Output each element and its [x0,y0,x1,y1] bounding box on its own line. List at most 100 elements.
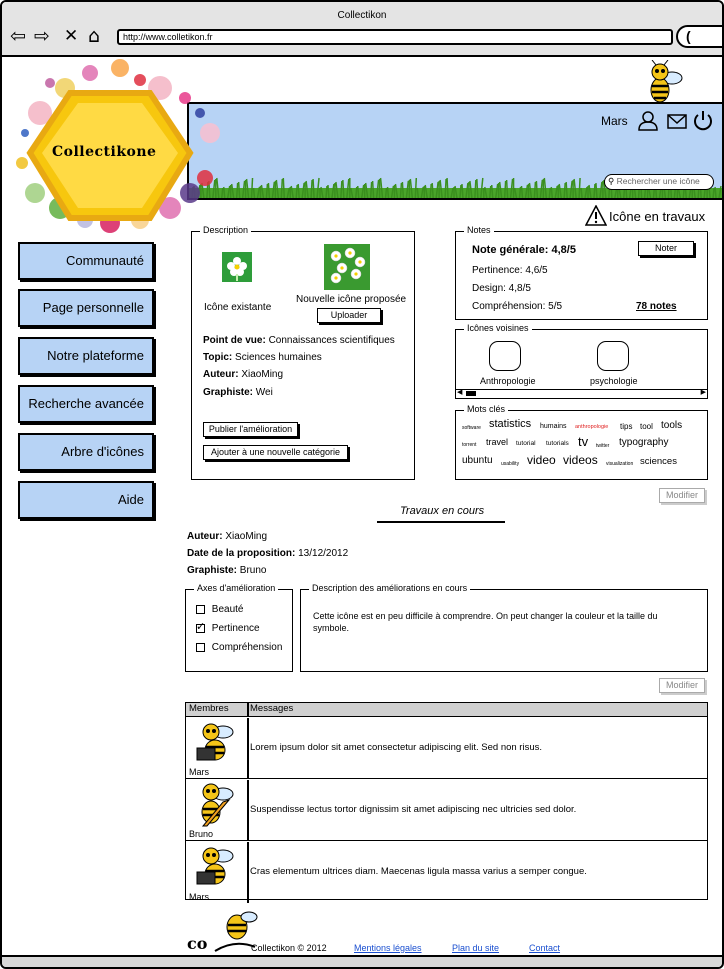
site-header: Mars ⚲ Rechercher une icône [187,102,722,200]
warning-icon [584,204,608,226]
keyword-tag[interactable]: travel [486,437,508,447]
auteur-value: XiaoMing [241,369,284,380]
member-name[interactable]: Bruno [189,829,213,839]
mail-icon[interactable] [666,110,688,132]
grass-blade [550,186,554,198]
keyword-tag[interactable]: ubuntu [462,455,493,466]
keyword-tag[interactable]: sciences [640,456,677,467]
keyword-tag[interactable]: visualization [606,461,633,467]
bee-mascot-icon [650,60,683,103]
checkbox-pertinence[interactable]: ✓ Pertinence [196,621,260,634]
keyword-tag[interactable]: tutorials [546,440,569,447]
footer-link-plan[interactable]: Plan du site [452,943,499,953]
nav-page-personnelle[interactable]: Page personnelle [18,289,154,327]
keyword-tag[interactable]: typography [619,437,668,448]
neighbor-icon-thumb[interactable] [597,341,629,371]
user-icon[interactable] [637,110,659,132]
grass-blade [474,179,477,198]
keyword-tag[interactable]: torrent [462,442,476,448]
work-modify-button[interactable]: Modifier [659,678,705,693]
footer-link-mentions[interactable]: Mentions légales [354,943,422,953]
keyword-tag[interactable]: videos [563,453,598,467]
grass-blade [563,182,566,198]
home-icon[interactable]: ⌂ [88,27,100,46]
keyword-tag[interactable]: twitter [596,443,609,449]
checkbox-box-checked[interactable]: ✓ [196,621,205,633]
keyword-tag[interactable]: tips [620,422,632,431]
table-row: Bruno Suspendisse lectus tortor dignissi… [186,780,707,841]
forward-arrow-icon[interactable]: ⇨ [34,27,50,46]
work-auteur-value: XiaoMing [225,531,268,542]
checkbox-box[interactable] [196,604,205,614]
keywords-legend: Mots clés [464,404,509,414]
checkbox-label: Pertinence [211,623,260,634]
checkbox-box[interactable] [196,642,205,652]
search-input[interactable]: ⚲ Rechercher une icône [604,174,714,190]
scroll-left-icon[interactable]: ◀ [457,388,462,396]
column-divider [247,718,249,778]
upload-button[interactable]: Uploader [317,308,381,323]
checkbox-comprehension[interactable]: Compréhension [196,642,282,653]
nav-communaute[interactable]: Communauté [18,242,154,280]
neighbor-icon-thumb[interactable] [489,341,521,371]
keyword-tag[interactable]: tool [640,422,653,431]
scroll-right-icon[interactable]: ▶ [701,388,706,396]
nav-recherche-avancee[interactable]: Recherche avancée [18,385,154,423]
nav-aide[interactable]: Aide [18,481,154,519]
point-de-vue-value: Connaissances scientifiques [268,335,395,346]
checkbox-beaute[interactable]: Beauté [196,604,243,615]
existing-icon-image[interactable] [222,252,252,282]
notes-panel: Notes Note générale: 4,8/5 Noter Pertine… [455,225,708,320]
add-category-button[interactable]: Ajouter à une nouvelle catégorie [203,445,348,460]
footer: co Collectikon © 2012 Mentions légales P… [185,907,685,957]
grass-blade [252,187,256,198]
improvement-description-panel: Description des améliorations en cours C… [300,583,708,672]
back-arrow-icon[interactable]: ⇦ [10,27,26,46]
description-panel: Description Icône existante Nouvelle icô… [191,225,415,480]
grass-blade [414,177,418,198]
member-name[interactable]: Mars [189,767,209,777]
keyword-tag[interactable]: tv [578,434,588,449]
power-icon[interactable] [692,109,714,131]
grass-blade [580,187,583,198]
neighbor-icon-label[interactable]: Anthropologie [480,376,536,386]
grass-blade [222,186,226,198]
grass-blade [384,187,388,198]
grass-blade [282,177,286,198]
keyword-tag[interactable]: software [462,425,481,431]
keyword-tag[interactable]: statistics [489,418,531,430]
keywords-modify-button[interactable]: Modifier [659,488,705,503]
member-name[interactable]: Mars [189,892,209,902]
go-button[interactable]: ( [676,25,722,48]
keyword-tag[interactable]: tutorial [516,440,536,447]
improvement-description-text[interactable]: Cette icône est en peu difficile à compr… [313,610,693,634]
noter-button[interactable]: Noter [638,241,694,256]
user-name[interactable]: Mars [601,114,628,128]
graphiste-label: Graphiste: [203,387,254,398]
bee-pencil-avatar [201,783,234,827]
grass-blade [297,183,300,198]
close-icon[interactable]: ✕ [64,27,78,46]
neighbor-scrollbar[interactable]: ◀ ▶ [456,389,707,398]
keyword-tag[interactable]: tools [661,420,682,431]
proposed-icon-image[interactable] [324,244,370,290]
axes-panel: Axes d'amélioration Beauté ✓ Pertinence … [185,583,293,672]
publish-button[interactable]: Publier l'amélioration [203,422,298,437]
footer-link-contact[interactable]: Contact [529,943,560,953]
grass-blade [444,178,447,198]
keyword-tag[interactable]: humains [540,423,566,430]
browser-titlebar: Collectikon ⇦ ⇨ ✕ ⌂ http://www.colletiko… [2,2,722,57]
keyword-tag-highlight[interactable]: anthropologie [575,424,608,430]
grass-blade [371,180,375,198]
notes-count-link[interactable]: 78 notes [636,301,677,312]
neighbor-icon-label[interactable]: psychologie [590,376,638,386]
keyword-tag[interactable]: video [527,453,556,467]
nav-notre-plateforme[interactable]: Notre plateforme [18,337,154,375]
nav-arbre-icones[interactable]: Arbre d'icônes [18,433,154,471]
neighbor-icons-panel: Icônes voisines Anthropologie psychologi… [455,323,708,399]
topic-value: Sciences humaines [235,352,322,363]
browser-statusbar [2,955,722,967]
scrollbar-thumb[interactable] [466,391,476,396]
url-input[interactable]: http://www.colletikon.fr [117,29,673,45]
keyword-tag[interactable]: usability [501,461,519,467]
